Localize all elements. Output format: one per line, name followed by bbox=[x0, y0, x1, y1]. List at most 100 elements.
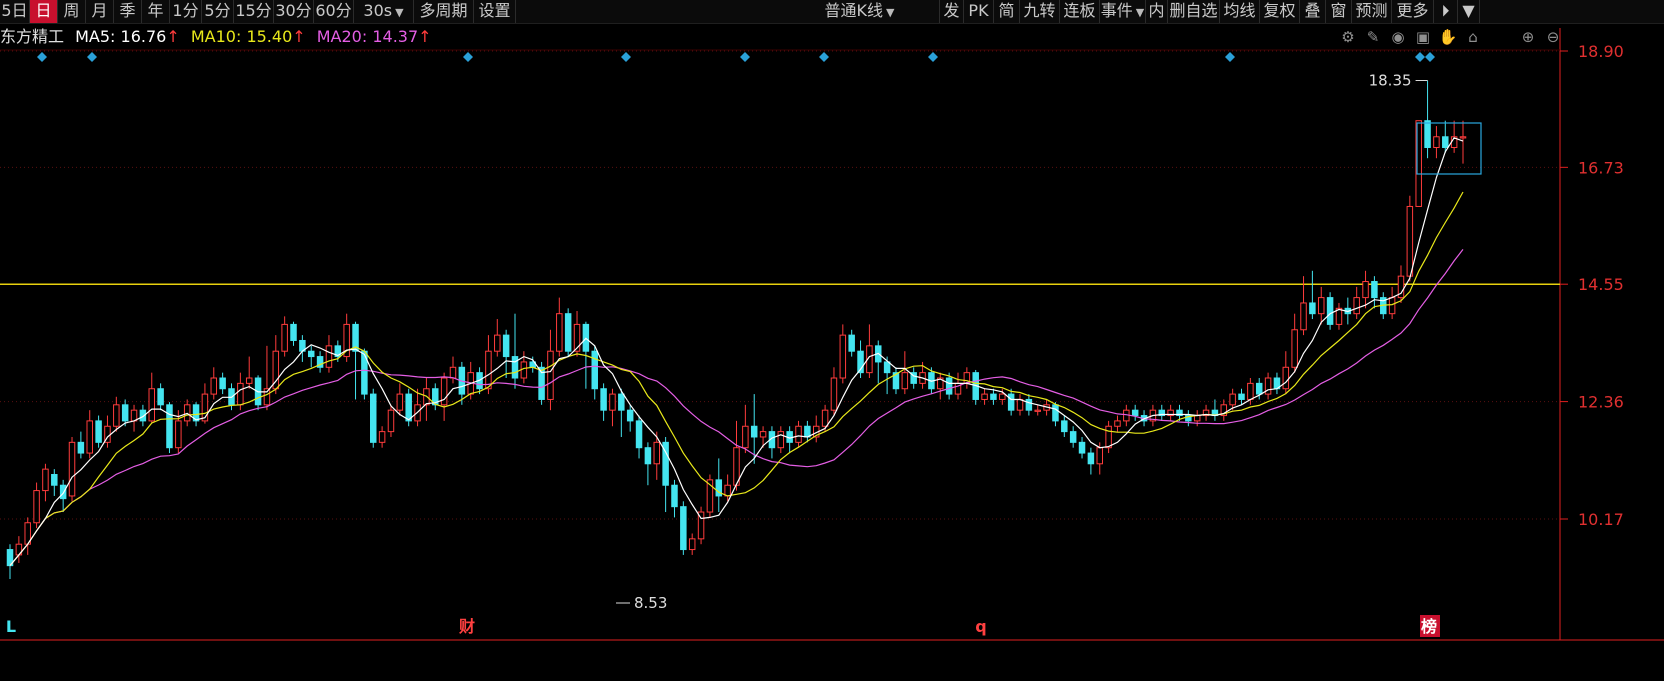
event-diamond-marker bbox=[819, 52, 829, 62]
kline-chart[interactable]: 18.90 16.73 14.55 12.36 10.17 18.35 8.53 L 财 q 榜 bbox=[0, 0, 1664, 681]
candle-body bbox=[1344, 307, 1352, 315]
period-tab[interactable]: 周 bbox=[58, 0, 86, 23]
toolbar-item[interactable]: 九转 bbox=[1020, 0, 1060, 23]
period-tab[interactable]: 60分 bbox=[314, 0, 354, 23]
lock-icon[interactable]: ⌂ bbox=[1463, 27, 1483, 47]
candle-body bbox=[768, 431, 776, 449]
candle-body bbox=[458, 366, 466, 395]
period-tab[interactable]: 日 bbox=[30, 0, 58, 23]
candle-body bbox=[750, 425, 758, 438]
toolbar-item[interactable]: 发 bbox=[940, 0, 964, 23]
period-tab[interactable]: 30分 bbox=[274, 0, 314, 23]
zoom-out-icon[interactable]: ⊖ bbox=[1543, 27, 1563, 47]
candle-body bbox=[626, 409, 634, 422]
candle-body bbox=[644, 447, 652, 465]
candle-body bbox=[440, 377, 448, 406]
candle-body bbox=[183, 404, 191, 422]
toolbar-item[interactable]: 叠 bbox=[1300, 0, 1326, 23]
period-tab[interactable]: 多周期 bbox=[414, 0, 474, 23]
toolbar-item[interactable]: 连板 bbox=[1060, 0, 1100, 23]
candle-body bbox=[237, 382, 244, 406]
candle-body bbox=[1273, 377, 1281, 390]
gear-icon[interactable]: ⚙ bbox=[1338, 27, 1358, 47]
candle-body bbox=[582, 323, 590, 352]
candle-body bbox=[166, 404, 173, 449]
toolbar-item[interactable]: 内 bbox=[1146, 0, 1168, 23]
candle-body bbox=[370, 393, 377, 443]
toolbar-item[interactable]: 简 bbox=[994, 0, 1020, 23]
toolbar-item[interactable]: 事件 ▼ bbox=[1100, 0, 1146, 23]
ma5-legend: MA5: 16.76↑ bbox=[75, 27, 180, 46]
candle-body bbox=[600, 388, 607, 411]
candle-body bbox=[299, 339, 306, 352]
candle-body bbox=[502, 334, 510, 358]
event-diamond-marker bbox=[463, 52, 473, 62]
candle-body bbox=[1424, 120, 1431, 148]
candle-body bbox=[210, 377, 218, 395]
candle-body bbox=[334, 345, 342, 358]
candle-body bbox=[1052, 404, 1059, 422]
candle-body bbox=[830, 377, 838, 411]
pen-icon[interactable]: ✎ bbox=[1363, 27, 1383, 47]
toolbar-item[interactable]: 预测 bbox=[1352, 0, 1392, 23]
candle-body bbox=[1362, 281, 1369, 299]
candle-body bbox=[33, 490, 40, 524]
ma5-arrow: ↑ bbox=[166, 27, 180, 46]
candle-body bbox=[724, 484, 731, 497]
toolbar-item[interactable]: 复权 bbox=[1260, 0, 1300, 23]
candle-body bbox=[1326, 297, 1334, 325]
candle-body bbox=[148, 388, 156, 422]
candle-body bbox=[1211, 409, 1219, 417]
candle-body bbox=[1078, 441, 1086, 454]
period-tab[interactable]: 5分 bbox=[202, 0, 234, 23]
candle-body bbox=[1459, 136, 1467, 139]
candle-body bbox=[432, 388, 439, 406]
candle-body bbox=[990, 393, 997, 400]
candle-body bbox=[1238, 393, 1245, 400]
candle-body bbox=[697, 511, 705, 540]
candle-body bbox=[653, 441, 661, 465]
period-tab[interactable]: 设置 bbox=[474, 0, 516, 23]
candle-body bbox=[316, 356, 324, 368]
play-icon[interactable]: ⏵ bbox=[1434, 0, 1458, 23]
candle-body bbox=[361, 350, 368, 395]
candle-body bbox=[1087, 452, 1095, 465]
candle-body bbox=[857, 350, 864, 374]
period-tab[interactable]: 1分 bbox=[170, 0, 202, 23]
candle-body bbox=[733, 447, 740, 486]
candle-body bbox=[201, 393, 209, 422]
toolbar-item[interactable]: 窗 bbox=[1326, 0, 1352, 23]
hand-icon[interactable]: ✋ bbox=[1438, 27, 1458, 47]
candle-body bbox=[609, 393, 616, 411]
bottom-event-label: 财 bbox=[458, 617, 475, 636]
candle-body bbox=[325, 345, 333, 368]
period-tab[interactable]: 季 bbox=[114, 0, 142, 23]
price-tick-label: 12.36 bbox=[1578, 393, 1624, 412]
period-tab[interactable]: 月 bbox=[86, 0, 114, 23]
chart-type-select[interactable]: 普通K线 ▼ bbox=[780, 0, 940, 23]
briefcase-icon[interactable]: ▣ bbox=[1413, 27, 1433, 47]
period-tab[interactable]: 30s ▼ bbox=[354, 0, 414, 23]
candle-body bbox=[272, 350, 280, 390]
candle-body bbox=[281, 323, 288, 352]
candle-body bbox=[1158, 409, 1166, 417]
event-diamond-marker bbox=[87, 52, 97, 62]
toolbar-item[interactable]: 删自选 bbox=[1168, 0, 1220, 23]
candle-body bbox=[15, 543, 23, 556]
toolbar-item[interactable]: PK bbox=[964, 0, 994, 23]
event-diamond-marker bbox=[1425, 52, 1435, 62]
candle-body bbox=[759, 431, 767, 438]
candle-body bbox=[963, 372, 971, 384]
eye-icon[interactable]: ◉ bbox=[1388, 27, 1408, 47]
period-tab[interactable]: 5日 bbox=[0, 0, 30, 23]
zoom-in-icon[interactable]: ⊕ bbox=[1518, 27, 1538, 47]
candle-body bbox=[86, 420, 93, 454]
candle-body bbox=[981, 393, 988, 400]
period-tab[interactable]: 15分 bbox=[234, 0, 274, 23]
candle-body bbox=[573, 323, 581, 352]
period-tab[interactable]: 年 bbox=[142, 0, 170, 23]
toolbar-item[interactable]: 更多 bbox=[1392, 0, 1434, 23]
toolbar-item[interactable]: 均线 bbox=[1220, 0, 1260, 23]
toolbar-menu-button[interactable]: ▼ bbox=[1458, 0, 1480, 23]
selection-box bbox=[1416, 122, 1482, 175]
